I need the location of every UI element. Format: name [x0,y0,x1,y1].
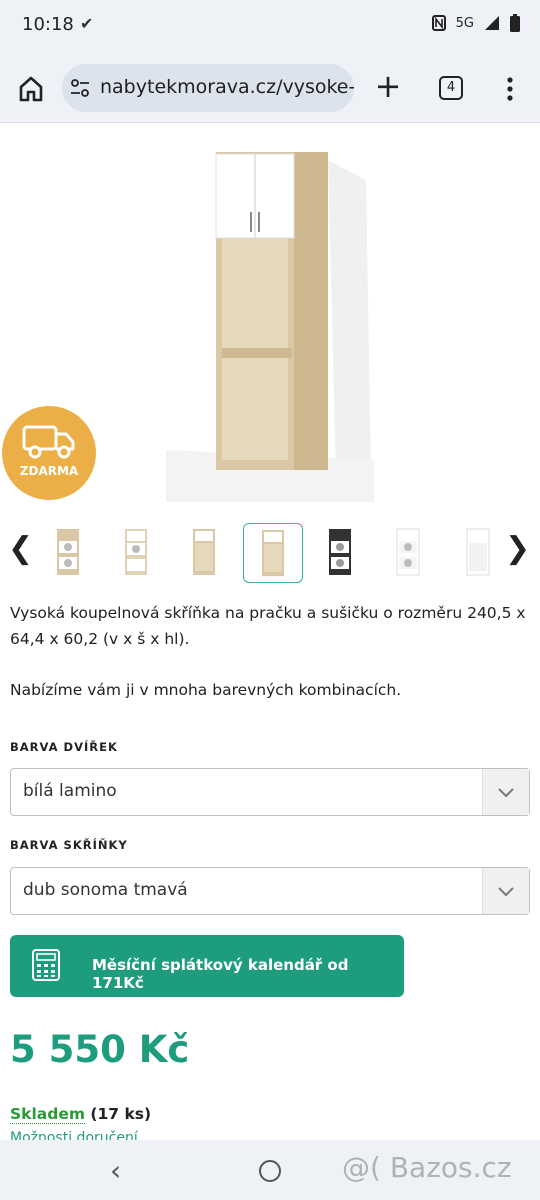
chevron-down-icon[interactable] [482,868,529,914]
cabinet-color-select[interactable]: dub sonoma tmavá [10,867,530,915]
cabinet-color-value: dub sonoma tmavá [23,880,188,900]
nfc-icon [431,15,446,31]
stock-info: Skladem (17 ks) [10,1105,152,1124]
battery-icon [510,14,520,32]
product-description-colors: Nabízíme vám ji v mnoha barevných kombin… [10,681,402,699]
browser-toolbar: nabytekmorava.cz/vysoke-k + 4 [0,52,540,123]
thumbnail-1[interactable] [44,526,92,578]
back-icon[interactable]: ‹ [110,1154,121,1187]
home-circle-icon[interactable] [259,1160,281,1182]
new-tab-icon[interactable]: + [374,70,402,102]
thumbnail-3[interactable] [180,526,228,578]
stock-count: (17 ks) [90,1105,152,1123]
thumbnail-7[interactable] [454,526,502,578]
calculator-icon [32,949,60,981]
status-icons: 5G [431,14,520,32]
watermark: @( Bazos.cz [342,1151,512,1184]
thumbnail-6[interactable] [384,526,432,578]
network-type: 5G [455,15,474,31]
status-bar: 10:18 ✔ 5G [0,0,540,52]
installment-calendar-label: Měsíční splátkový kalendář od 171Kč [92,956,404,992]
status-time: 10:18 [22,14,74,35]
site-settings-icon[interactable] [70,78,90,98]
more-menu-icon[interactable] [500,74,520,104]
door-color-value: bílá lamino [23,781,117,801]
chevron-left-icon[interactable]: ❮ [8,532,33,566]
thumbnail-2[interactable] [112,526,160,578]
installment-prefix: Měsíční splátkový kalendář od [92,956,349,974]
thumbnail-5[interactable] [316,526,364,578]
installment-calendar-button[interactable]: Měsíční splátkový kalendář od 171Kč [10,935,404,997]
door-color-label: BARVA DVÍŘEK [10,740,118,754]
system-nav-bar: ‹ @( Bazos.cz [0,1140,540,1200]
truck-icon [22,425,75,459]
signal-icon [485,16,499,30]
chevron-right-icon[interactable]: ❯ [505,532,530,566]
free-shipping-badge: ZDARMA [2,406,96,500]
address-bar[interactable]: nabytekmorava.cz/vysoke-k [62,64,354,112]
product-image[interactable] [166,130,374,502]
download-done-icon: ✔ [80,14,94,33]
url-text: nabytekmorava.cz/vysoke-k [100,76,354,98]
thumbnail-4-selected[interactable] [243,523,303,583]
tab-switcher-button[interactable]: 4 [439,76,463,100]
installment-amount: 171Kč [92,974,144,992]
home-icon[interactable] [16,74,46,104]
product-description: Vysoká koupelnová skříňka na pračku a su… [10,604,526,648]
cabinet-color-label: BARVA SKŘÍŇKY [10,838,128,852]
door-color-select[interactable]: bílá lamino [10,768,530,816]
stock-status[interactable]: Skladem [10,1105,86,1124]
product-price: 5 550 Kč [10,1028,190,1071]
thumbnail-carousel: ❮ ❯ [0,520,540,584]
badge-label: ZDARMA [19,464,79,478]
delivery-options-link[interactable]: Možnosti doručení [10,1130,138,1140]
chevron-down-icon[interactable] [482,769,529,815]
